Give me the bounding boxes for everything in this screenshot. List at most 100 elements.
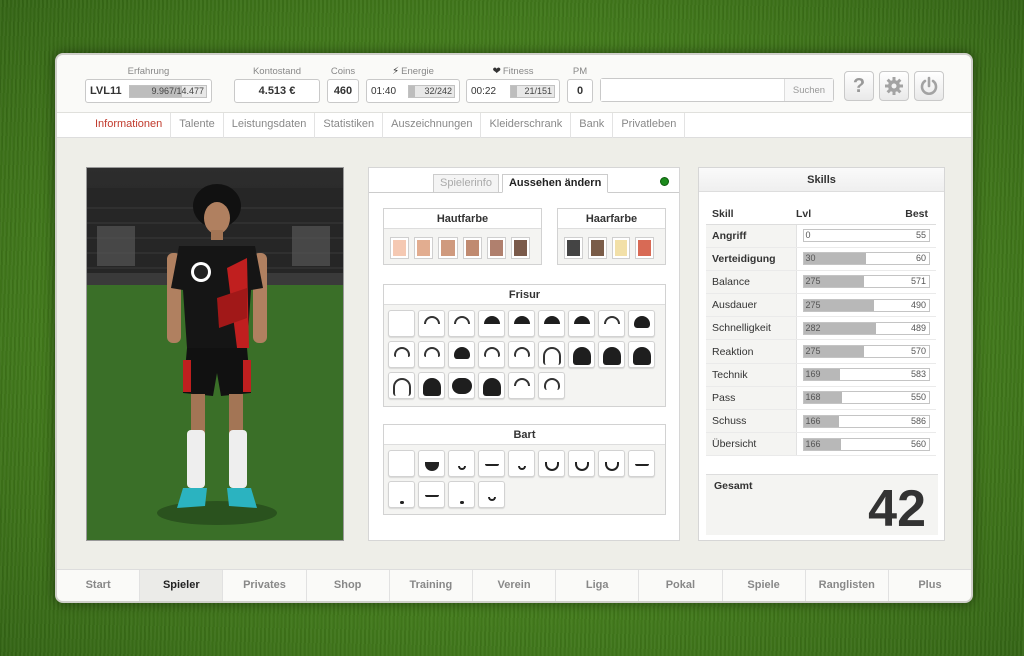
search-button[interactable]: Suchen xyxy=(784,79,833,101)
search-input[interactable] xyxy=(601,79,784,101)
hairstyle-option[interactable] xyxy=(388,372,415,399)
help-button[interactable]: ? xyxy=(844,71,874,101)
skill-best: 571 xyxy=(910,276,926,287)
haarfarbe-swatch[interactable] xyxy=(635,237,654,259)
skill-name: Übersicht xyxy=(706,432,797,457)
bart-title: Bart xyxy=(384,425,665,445)
main-navigation: Start Spieler Privates Shop Training Verein Li… xyxy=(57,569,971,601)
hairstyle-icon xyxy=(423,316,440,324)
hairstyle-icon xyxy=(513,378,530,386)
energie-label: Energie xyxy=(401,66,434,77)
skill-bar: 166 560 xyxy=(802,437,930,451)
hairstyle-option[interactable] xyxy=(538,341,565,368)
hautfarbe-swatch[interactable] xyxy=(390,237,410,259)
hairstyle-option[interactable] xyxy=(508,341,535,368)
tab-aussehen-aendern[interactable]: Aussehen ändern xyxy=(501,174,609,193)
hautfarbe-swatch[interactable] xyxy=(414,237,434,259)
hairstyle-option[interactable] xyxy=(448,341,475,368)
beard-option[interactable] xyxy=(448,450,475,477)
haarfarbe-swatch[interactable] xyxy=(564,237,583,259)
energie-time: 01:40 xyxy=(371,85,397,97)
hairstyle-icon xyxy=(451,378,472,394)
beard-option[interactable] xyxy=(598,450,625,477)
skill-level: 166 xyxy=(805,438,821,449)
hairstyle-option[interactable] xyxy=(598,310,625,337)
hautfarbe-swatch[interactable] xyxy=(462,237,482,259)
beard-option[interactable] xyxy=(448,481,475,508)
nav-start[interactable]: Start xyxy=(57,570,141,601)
logout-button[interactable] xyxy=(914,71,944,101)
beard-option[interactable] xyxy=(418,481,445,508)
hairstyle-option[interactable] xyxy=(388,310,415,337)
hairstyle-option[interactable] xyxy=(478,341,505,368)
skills-title: Skills xyxy=(699,168,944,192)
hairstyle-option[interactable] xyxy=(628,341,655,368)
subnav-auszeichnungen[interactable]: Auszeichnungen xyxy=(382,113,480,138)
skill-bar: 275 570 xyxy=(802,345,930,359)
hairstyle-option[interactable] xyxy=(538,310,565,337)
nav-liga[interactable]: Liga xyxy=(556,570,640,601)
beard-option[interactable] xyxy=(508,450,535,477)
hairstyle-icon xyxy=(572,347,591,365)
haarfarbe-swatch[interactable] xyxy=(611,237,631,259)
subnav-statistiken[interactable]: Statistiken xyxy=(314,113,382,138)
beard-option[interactable] xyxy=(568,450,595,477)
hairstyle-option[interactable] xyxy=(418,341,445,368)
hairstyle-option[interactable] xyxy=(448,372,475,399)
beard-icon xyxy=(604,462,619,471)
beard-option[interactable] xyxy=(478,450,505,477)
beard-option[interactable] xyxy=(388,481,415,508)
hairstyle-option[interactable] xyxy=(568,341,595,368)
hairstyle-option[interactable] xyxy=(508,310,535,337)
hairstyle-option[interactable] xyxy=(478,310,505,337)
beard-option[interactable] xyxy=(478,481,505,508)
player-avatar-image xyxy=(86,167,344,541)
subnav-talente[interactable]: Talente xyxy=(170,113,222,138)
nav-shop[interactable]: Shop xyxy=(307,570,390,601)
nav-ranglisten[interactable]: Ranglisten xyxy=(806,570,889,601)
haarfarbe-swatch[interactable] xyxy=(587,237,607,259)
subnav-leistungsdaten[interactable]: Leistungsdaten xyxy=(222,113,315,138)
gesamt-value: 42 xyxy=(868,480,926,538)
hautfarbe-swatch[interactable] xyxy=(438,237,458,259)
hairstyle-option[interactable] xyxy=(478,372,505,399)
subnav-kleiderschrank[interactable]: Kleiderschrank xyxy=(480,113,570,138)
subnav-informationen[interactable]: Informationen xyxy=(87,113,170,138)
hairstyle-option[interactable] xyxy=(568,310,595,337)
skill-level: 275 xyxy=(805,299,821,310)
hautfarbe-swatches xyxy=(384,229,541,267)
pm-box[interactable]: 0 xyxy=(567,79,593,103)
subnav-bank[interactable]: Bank xyxy=(570,113,612,138)
hautfarbe-swatch[interactable] xyxy=(486,237,506,259)
coins-label: Coins xyxy=(330,66,356,77)
hairstyle-option[interactable] xyxy=(448,310,475,337)
tab-spielerinfo[interactable]: Spielerinfo xyxy=(433,174,499,193)
nav-plus[interactable]: Plus xyxy=(889,570,971,601)
frisur-box: Frisur xyxy=(383,284,666,407)
skill-level: 275 xyxy=(805,276,821,287)
hairstyle-icon xyxy=(633,316,650,328)
kontostand-stat: Kontostand 4.513 € xyxy=(234,66,320,103)
nav-spiele[interactable]: Spiele xyxy=(723,570,806,601)
hairstyle-option[interactable] xyxy=(598,341,625,368)
hairstyle-option[interactable] xyxy=(418,310,445,337)
nav-privates[interactable]: Privates xyxy=(223,570,307,601)
beard-option[interactable] xyxy=(388,450,415,477)
hairstyle-option[interactable] xyxy=(418,372,445,399)
hautfarbe-swatch[interactable] xyxy=(510,237,531,259)
hairstyle-option[interactable] xyxy=(538,372,565,399)
beard-option[interactable] xyxy=(628,450,655,477)
nav-training[interactable]: Training xyxy=(390,570,473,601)
nav-spieler[interactable]: Spieler xyxy=(140,570,224,601)
settings-button[interactable] xyxy=(879,71,909,101)
hautfarbe-box: Hautfarbe xyxy=(383,208,542,265)
hairstyle-option[interactable] xyxy=(508,372,535,399)
hairstyle-option[interactable] xyxy=(628,310,655,337)
nav-pokal[interactable]: Pokal xyxy=(639,570,723,601)
beard-option[interactable] xyxy=(538,450,565,477)
skill-bar: 169 583 xyxy=(802,368,930,382)
hairstyle-option[interactable] xyxy=(388,341,415,368)
subnav-privatleben[interactable]: Privatleben xyxy=(612,113,686,138)
beard-option[interactable] xyxy=(418,450,445,477)
nav-verein[interactable]: Verein xyxy=(473,570,557,601)
